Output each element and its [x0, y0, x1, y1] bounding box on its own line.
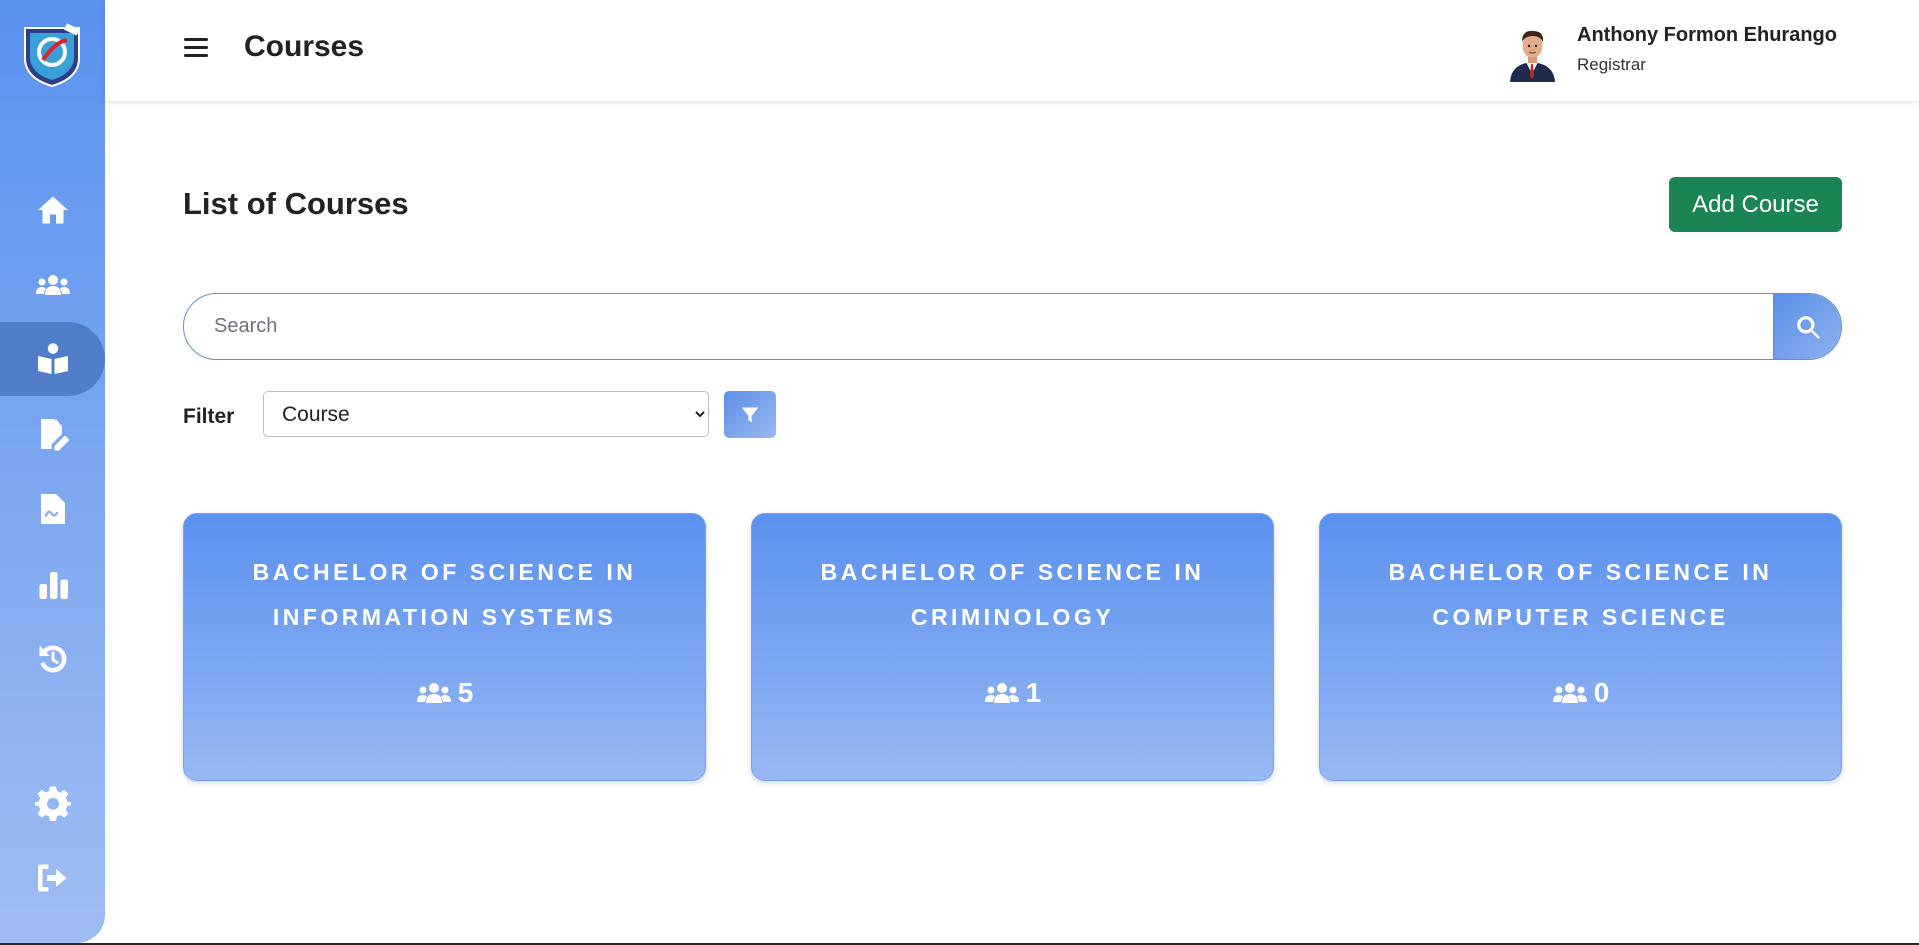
- course-title: BACHELOR OF SCIENCE IN COMPUTER SCIENCE: [1388, 559, 1773, 630]
- course-title: BACHELOR OF SCIENCE IN CRIMINOLOGY: [820, 559, 1205, 630]
- course-student-count: 1: [752, 677, 1273, 709]
- avatar[interactable]: [1505, 24, 1560, 82]
- file-signature-icon: [40, 494, 65, 524]
- sidebar-item-courses[interactable]: [0, 322, 105, 396]
- add-course-button[interactable]: Add Course: [1669, 177, 1842, 232]
- users-icon: [35, 275, 70, 295]
- logout-icon: [37, 864, 66, 892]
- filter-label: Filter: [183, 405, 235, 428]
- course-title: BACHELOR OF SCIENCE IN INFORMATION SYSTE…: [252, 559, 637, 630]
- search-input[interactable]: [184, 294, 1774, 359]
- book-reader-icon: [37, 343, 68, 374]
- user-role: Registrar: [1577, 55, 1646, 74]
- course-student-count: 0: [1320, 677, 1841, 709]
- filter-button[interactable]: [724, 391, 776, 438]
- users-icon: [1552, 683, 1587, 703]
- filter-icon: [741, 407, 759, 422]
- file-edit-icon: [40, 419, 69, 451]
- sidebar-item-reports[interactable]: [0, 547, 105, 621]
- course-student-count: 5: [184, 677, 705, 709]
- hamburger-menu-icon[interactable]: [184, 38, 208, 62]
- count-value: 0: [1593, 677, 1610, 708]
- search-icon: [1796, 315, 1820, 339]
- sidebar-item-home[interactable]: [0, 173, 105, 247]
- users-icon: [416, 683, 451, 703]
- sidebar-item-edit-file[interactable]: [0, 397, 105, 471]
- sidebar-item-logout[interactable]: [0, 841, 105, 915]
- users-icon: [984, 683, 1019, 703]
- search-button[interactable]: [1773, 294, 1841, 359]
- bar-chart-icon: [39, 572, 68, 599]
- course-card[interactable]: BACHELOR OF SCIENCE IN INFORMATION SYSTE…: [183, 513, 706, 781]
- sidebar-item-users[interactable]: [0, 248, 105, 322]
- gear-icon: [34, 786, 71, 821]
- page-title: Courses: [244, 30, 365, 63]
- filter-select[interactable]: Course: [263, 391, 709, 437]
- history-icon: [39, 645, 66, 673]
- sidebar: [0, 0, 105, 943]
- home-icon: [37, 196, 68, 224]
- user-name: Anthony Formon Ehurango: [1577, 24, 1837, 46]
- school-logo[interactable]: [21, 22, 83, 88]
- sidebar-item-history[interactable]: [0, 622, 105, 696]
- count-value: 1: [1025, 677, 1042, 708]
- sidebar-item-settings[interactable]: [0, 766, 105, 840]
- count-value: 5: [457, 677, 474, 708]
- sidebar-item-signature-file[interactable]: [0, 472, 105, 546]
- section-title: List of Courses: [183, 186, 409, 221]
- top-header: Courses Anthony Formon Ehurango Registra…: [105, 0, 1919, 101]
- course-card[interactable]: BACHELOR OF SCIENCE IN CRIMINOLOGY 1: [751, 513, 1274, 781]
- search-bar: [183, 293, 1842, 360]
- course-card[interactable]: BACHELOR OF SCIENCE IN COMPUTER SCIENCE …: [1319, 513, 1842, 781]
